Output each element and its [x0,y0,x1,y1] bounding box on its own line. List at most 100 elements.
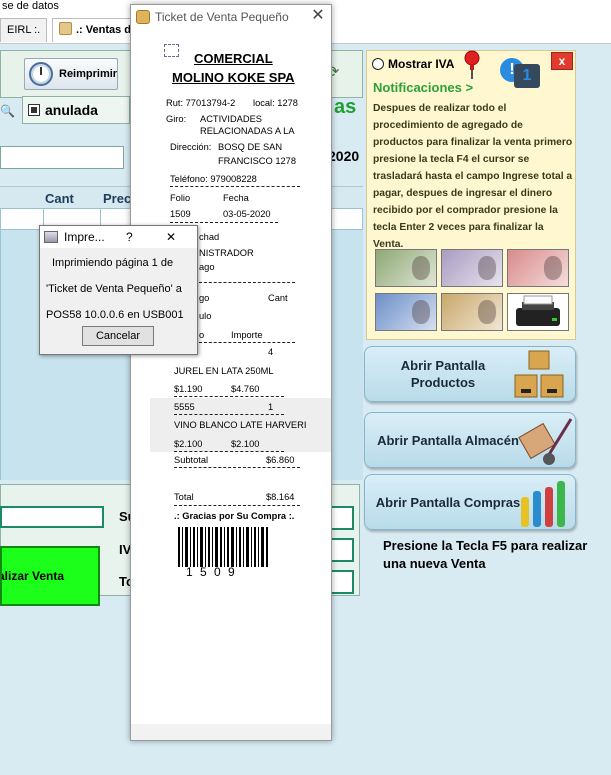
realizar-venta-button[interactable]: alizar Venta [0,546,100,606]
print-dialog-titlebar: Impre... ? ✕ [40,226,197,248]
ticket-giro-value-1: ACTIVIDADES [200,114,262,124]
cancel-button[interactable]: Cancelar [82,326,154,346]
ticket-folio-label: Folio [170,193,191,203]
ticket-precio-fragment: o [199,330,205,340]
ticket-divider [174,414,284,415]
subtotal-field[interactable] [330,506,354,530]
print-status-line-2: 'Ticket de Venta Pequeño' a [46,283,182,295]
tab-ventas[interactable]: .: Ventas d [52,18,139,42]
ticket-divider [174,451,284,452]
mostrar-iva-radio[interactable] [372,58,384,70]
notifications-title[interactable]: Notificaciones > [373,80,473,95]
close-notification-button[interactable]: x [551,52,573,70]
abrir-compras-label: Abrir Pantalla Compras [375,495,521,510]
printer-image [507,293,569,331]
ticket-item2-total: $2.100 [231,439,260,449]
section-title-fragment: as [334,96,357,118]
grid-header-precio: Prec [103,191,132,206]
ticket-telefono: Teléfono: 979008228 [170,174,257,184]
tab-eirl[interactable]: EIRL :. [0,18,48,42]
product-input[interactable] [0,146,124,169]
iva-field[interactable] [330,538,354,562]
grid-header-cant: Cant [45,191,74,206]
ticket-giro-value-2: RELACIONADAS A LA [200,126,295,136]
ticket-thanks: .: Gracias por Su Compra :. [174,511,295,521]
barcode-image [178,527,268,567]
boxes-icon [514,350,564,398]
realizar-venta-label: alizar Venta [0,569,65,583]
bar-chart-icon [521,481,565,527]
ticket-divider [170,186,300,187]
ticket-direccion-label: Dirección: [170,142,212,152]
ticket-partial-fecha: chad [199,232,220,242]
ticket-total-label: Total [174,492,194,502]
clock-icon [29,62,53,86]
banknote-2 [441,249,503,287]
pushpin-icon [464,50,480,79]
f5-hint: Presione la Tecla F5 para realizar una n… [383,538,588,571]
abrir-productos-button[interactable]: Abrir Pantalla Productos [364,346,576,402]
ticket-close-button[interactable]: ✕ [310,8,326,24]
ticket-fecha-value: 03-05-2020 [223,209,271,219]
banknote-5 [441,293,503,331]
ticket-direccion-value-2: FRANCISCO 1278 [218,156,297,166]
ticket-divider [170,222,278,223]
ticket-item1-name: JUREL EN LATA 250ML [174,366,274,376]
ticket-item1-price: $1.190 [174,384,203,394]
ticket-subtotal-label: Subtotal [174,455,209,465]
print-dialog-title: Impre... [64,230,105,244]
tab-eirl-label: EIRL :. [7,24,41,36]
hand-truck-icon [518,418,573,465]
abrir-compras-button[interactable]: Abrir Pantalla Compras [364,474,576,530]
ticket-company-line1: COMERCIAL [194,51,273,66]
help-button[interactable]: ? [126,226,133,248]
ticket-divider [174,396,284,397]
total-field[interactable] [330,570,354,594]
ticket-divider [199,282,295,283]
date-year-fragment: 2020 [328,148,360,164]
logo-placeholder-icon [164,44,179,57]
ticket-subtotal-value: $6.860 [266,455,295,465]
ticket-divider [174,505,300,506]
printer-icon [44,231,58,243]
ticket-giro-label: Giro: [166,114,187,124]
abrir-productos-label: Abrir Pantalla Productos [400,358,486,390]
cash-register-icon [136,10,150,24]
badge-count: 1 [514,64,540,88]
barcode-digits: 1 5 0 9 [186,565,237,579]
search-icon[interactable]: 🔍 [0,104,15,120]
ticket-partial-vendedor: NISTRADOR [199,248,254,258]
tab-ventas-label: .: Ventas d [76,24,132,36]
abrir-almacen-label: Abrir Pantalla Almacén [377,433,519,448]
ticket-divider [199,342,295,343]
ticket-importe-label: Importe [231,330,263,340]
ticket-item1-total: $4.760 [231,384,260,394]
ticket-window-title: Ticket de Venta Pequeño [131,5,331,29]
payment-input[interactable] [0,506,104,528]
ticket-fecha-label: Fecha [223,193,249,203]
ticket-codigo-fragment: go [199,293,210,303]
ticket-item2-name: VINO BLANCO LATE HARVERI [174,420,307,430]
banknote-1 [375,249,437,287]
ticket-item1-qty: 4 [268,347,274,357]
mostrar-iva-label: Mostrar IVA [388,57,455,71]
ticket-item2-price: $2.100 [174,439,203,449]
banknote-4 [375,293,437,331]
cash-register-icon [59,22,72,35]
ticket-direccion-value-1: BOSQ DE SAN [218,142,283,152]
reimprimir-label: Reimprimir [59,68,118,80]
banknote-3 [507,249,569,287]
print-status-line-1: Imprimiendo página 1 de [52,257,174,269]
notification-badge-icon: ! 1 [500,58,540,88]
anulada-checkbox[interactable] [28,104,40,116]
abrir-almacen-button[interactable]: Abrir Pantalla Almacén [364,412,576,468]
print-dialog-close-button[interactable]: ✕ [166,226,176,248]
ticket-item2-code: 5555 [174,402,195,412]
ticket-total-value: $8.164 [266,492,295,502]
ticket-window-footer [131,724,331,740]
ticket-partial-pago: ago [199,262,215,272]
ticket-item2-qty: 1 [268,402,274,412]
anulada-label: anulada [45,102,98,118]
ticket-cant-label: Cant [268,293,288,303]
print-status-line-3: POS58 10.0.0.6 en USB001 [46,309,184,321]
